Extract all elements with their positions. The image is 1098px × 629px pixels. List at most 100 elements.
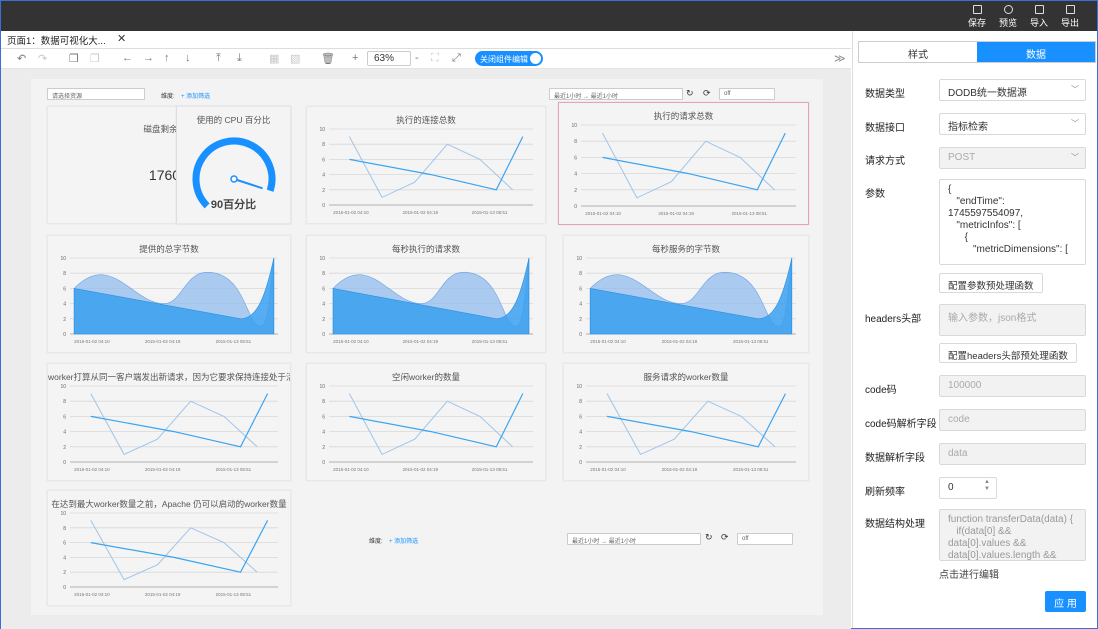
component-edit-toggle[interactable]: 关闭组件编辑 bbox=[475, 51, 543, 66]
y-tick-label: 6 bbox=[322, 286, 325, 292]
y-tick-label: 0 bbox=[63, 585, 66, 591]
y-tick-label: 10 bbox=[319, 127, 325, 133]
code-input[interactable]: 100000 bbox=[939, 375, 1086, 397]
transform-editor[interactable]: function transferData(data) { if(data[0]… bbox=[939, 509, 1086, 561]
collapse-panel-icon[interactable]: ≫ bbox=[834, 52, 846, 65]
x-tick-label: 2015-01-02 04:10 bbox=[590, 339, 626, 344]
paste-icon[interactable]: ❐ bbox=[90, 52, 100, 65]
resource-select[interactable]: 请选择资源 bbox=[47, 88, 145, 100]
card-title: 使用的 CPU 百分比 bbox=[196, 115, 271, 125]
x-tick-label: 2015-01-02 04:10 bbox=[74, 592, 110, 597]
export-button[interactable]: 导出 bbox=[1056, 4, 1084, 30]
panel-tabs: 样式 数据 bbox=[858, 41, 1096, 63]
edit-hint[interactable]: 点击进行编辑 bbox=[939, 566, 999, 581]
y-tick-label: 10 bbox=[60, 384, 66, 390]
refresh-mode-select[interactable]: off bbox=[737, 533, 793, 545]
chart-card-keepalive[interactable]: worker打算从同一客户端发出新请求，因为它要求保持连接处于活动状态02468… bbox=[47, 363, 291, 481]
group-icon[interactable]: ▦ bbox=[269, 52, 279, 65]
y-tick-label: 10 bbox=[576, 384, 582, 390]
x-tick-label: 2015-01-02 04:10 bbox=[74, 467, 110, 472]
fullscreen-icon[interactable]: ⤢ bbox=[452, 52, 461, 65]
series-line bbox=[602, 132, 786, 191]
zoom-in-icon[interactable]: + bbox=[352, 52, 358, 64]
undo-icon[interactable]: ↶ bbox=[17, 52, 26, 65]
time-range-picker[interactable]: 最近1小时 → 最近1小时 bbox=[567, 533, 701, 545]
dimension-label: 维度: bbox=[161, 94, 175, 100]
chart-card-requests[interactable]: 执行的请求总数 0 2 4 6 8 10 2015-01-02 04:10 2015-01-02… bbox=[558, 102, 809, 225]
data-type-select[interactable]: DODB统一数据源 ﹀ bbox=[939, 79, 1086, 101]
y-tick-label: 6 bbox=[63, 286, 66, 292]
config-headers-button[interactable]: 配置headers头部预处理函数 bbox=[939, 343, 1077, 363]
data-api-select[interactable]: 指标检索 ﹀ bbox=[939, 113, 1086, 135]
y-tick-label: 10 bbox=[319, 384, 325, 390]
zoom-out-icon[interactable]: - bbox=[415, 52, 419, 64]
y-tick-label: 6 bbox=[574, 155, 577, 161]
y-tick-label: 8 bbox=[322, 142, 325, 148]
close-icon[interactable]: ✕ bbox=[117, 32, 126, 45]
tab-style[interactable]: 样式 bbox=[859, 42, 977, 62]
page-tab[interactable]: 页面1：数据可视化大... bbox=[7, 33, 106, 47]
save-button[interactable]: 保存 bbox=[963, 4, 991, 30]
redo-icon[interactable]: ↷ bbox=[38, 52, 47, 65]
y-tick-label: 8 bbox=[322, 399, 325, 405]
add-filter-link[interactable]: + 添加筛选 bbox=[181, 91, 210, 100]
arrow-left-icon[interactable]: ← bbox=[122, 52, 133, 64]
y-tick-label: 8 bbox=[63, 271, 66, 277]
y-tick-label: 0 bbox=[322, 332, 325, 338]
y-tick-label: 4 bbox=[574, 172, 577, 178]
chart-card-idle-workers[interactable]: 空闲worker的数量 0 2 4 6 8 10 2015-01-02 04:10 2015-0… bbox=[306, 363, 546, 481]
zoom-stepper[interactable]: 63% bbox=[367, 51, 411, 66]
import-button[interactable]: 导入 bbox=[1025, 4, 1053, 30]
y-tick-label: 4 bbox=[322, 430, 325, 436]
chart-card-startable-workers[interactable]: 在达到最大worker数量之前，Apache 仍可以启动的worker数量 0 2 4… bbox=[47, 490, 291, 606]
headers-label: headers头部 bbox=[865, 314, 922, 325]
dimension-label: 维度: bbox=[369, 539, 383, 545]
config-params-button[interactable]: 配置参数预处理函数 bbox=[939, 273, 1043, 293]
x-tick-label: 2015-01-02 04:19 bbox=[662, 467, 698, 472]
params-editor[interactable]: { "endTime": 1745597554097, "metricInfos… bbox=[939, 179, 1086, 265]
headers-input[interactable]: 输入参数，json格式 bbox=[939, 304, 1086, 336]
apply-button[interactable]: 应 用 bbox=[1045, 591, 1086, 612]
align-top-icon[interactable]: ⤒ bbox=[216, 52, 221, 65]
arrow-up-icon[interactable]: ↑ bbox=[164, 52, 170, 64]
x-tick-label: 2015-01-02 04:19 bbox=[658, 211, 694, 216]
add-filter-link[interactable]: + 添加筛选 bbox=[389, 536, 418, 545]
tab-data[interactable]: 数据 bbox=[977, 42, 1095, 62]
copy-icon[interactable]: ❐ bbox=[69, 52, 79, 65]
y-tick-label: 0 bbox=[63, 460, 66, 466]
fit-icon[interactable]: ⛶ bbox=[431, 52, 439, 65]
y-tick-label: 6 bbox=[322, 414, 325, 420]
refresh-rate-stepper[interactable]: 0 ▲ ▼ bbox=[939, 477, 997, 499]
y-tick-label: 4 bbox=[322, 302, 325, 308]
chart-svg: 0 2 4 6 8 10 2015-01-02 04:10 2015-01-02 04:19 2… bbox=[576, 256, 796, 344]
refresh-icon[interactable]: ⟳ bbox=[703, 88, 711, 99]
arrow-right-icon[interactable]: → bbox=[143, 52, 154, 64]
ungroup-icon[interactable]: ▧ bbox=[290, 52, 300, 65]
align-bottom-icon[interactable]: ⤓ bbox=[237, 52, 242, 65]
reset-icon[interactable]: ↻ bbox=[705, 532, 713, 543]
chart-card-req-per-sec[interactable]: 每秒执行的请求数 0 2 4 6 8 10 2015-01-02 04:10 2015-01-0… bbox=[306, 235, 546, 353]
refresh-icon[interactable]: ⟳ bbox=[721, 532, 729, 543]
cpu-gauge-card[interactable]: 使用的 CPU 百分比 90百分比 bbox=[176, 106, 291, 224]
chart-card-total-bytes[interactable]: 提供的总字节数 0 2 4 6 8 10 2015-01-02 04:10 2015-01-02… bbox=[47, 235, 291, 353]
delete-icon[interactable]: 🗑 bbox=[321, 52, 335, 65]
preview-button[interactable]: 预览 bbox=[994, 4, 1022, 30]
time-range-picker[interactable]: 最近1小时 → 最近1小时 bbox=[549, 88, 683, 100]
stepper-arrows-icon[interactable]: ▲ ▼ bbox=[984, 479, 990, 493]
refresh-mode-select[interactable]: off bbox=[719, 88, 775, 100]
reset-icon[interactable]: ↻ bbox=[686, 88, 694, 99]
editor-toolbar: ↶ ↷ ❐ ❐ ← → ↑ ↓ ⤒ ⤓ ▦ ▧ 🗑 + 63% - ⛶ ⤢ 关闭… bbox=[1, 49, 851, 69]
chart-card-connections[interactable]: 执行的连接总数 0 2 4 6 8 10 2015-01-02 04:10 2015-01-02… bbox=[306, 106, 546, 224]
x-tick-label: 2015-01-02 04:19 bbox=[145, 339, 181, 344]
chart-card-busy-workers[interactable]: 服务请求的worker数量 0 2 4 6 8 10 2015-01-02 04:10 2015… bbox=[563, 363, 809, 481]
y-tick-label: 4 bbox=[63, 555, 66, 561]
y-tick-label: 8 bbox=[322, 271, 325, 277]
method-label: 请求方式 bbox=[865, 156, 905, 167]
x-tick-label: 2015-01-13 08:51 bbox=[733, 467, 769, 472]
code-field-input[interactable]: code bbox=[939, 409, 1086, 431]
chart-svg: 0 2 4 6 8 10 2015-01-02 04:10 2015-01-02 04:19 2… bbox=[60, 511, 278, 597]
chart-card-bytes-per-sec[interactable]: 每秒服务的字节数 0 2 4 6 8 10 2015-01-02 04:10 2015-01-0… bbox=[563, 235, 809, 353]
method-select[interactable]: POST ﹀ bbox=[939, 147, 1086, 169]
data-field-input[interactable]: data bbox=[939, 443, 1086, 465]
arrow-down-icon[interactable]: ↓ bbox=[185, 52, 191, 64]
